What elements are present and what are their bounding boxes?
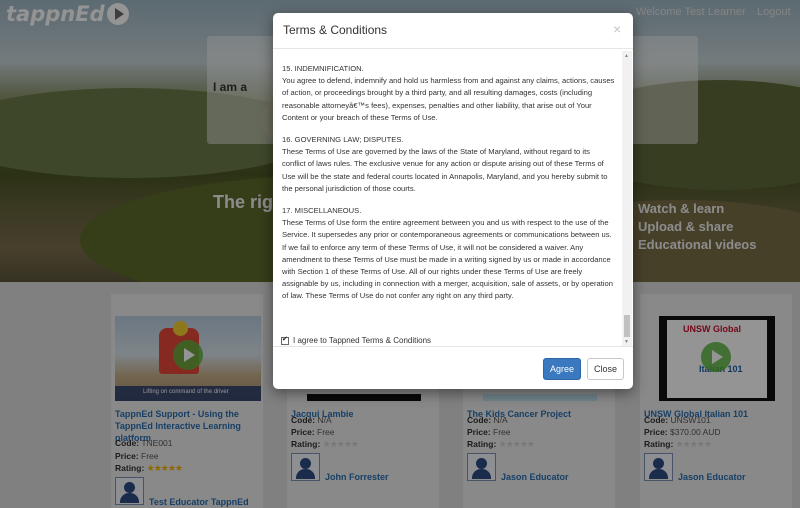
terms-section-heading: 16. GOVERNING LAW; DISPUTES. (282, 135, 404, 145)
scrollbar-thumb[interactable] (624, 315, 630, 337)
terms-section-body: These Terms of Use form the entire agree… (282, 218, 613, 301)
modal-title: Terms & Conditions (283, 23, 388, 37)
modal-scrollbar[interactable]: ▲ ▼ (622, 51, 632, 346)
agree-checkbox-row[interactable]: I agree to Tappned Terms & Conditions (281, 335, 431, 345)
terms-section: 15. INDEMNIFICATION. You agree to defend… (282, 63, 615, 124)
terms-section-heading: 17. MISCELLANEOUS. (282, 206, 362, 216)
scroll-up-icon[interactable]: ▲ (624, 53, 629, 59)
close-button[interactable]: Close (587, 358, 624, 380)
terms-section-body: These Terms of Use are governed by the l… (282, 147, 608, 193)
modal-header: Terms & Conditions × (273, 13, 633, 49)
agree-checkbox-label[interactable]: I agree to Tappned Terms & Conditions (293, 336, 431, 345)
agree-checkbox[interactable] (281, 335, 289, 345)
terms-section: 17. MISCELLANEOUS. These Terms of Use fo… (282, 205, 615, 303)
terms-scroll-area[interactable]: 15. INDEMNIFICATION. You agree to defend… (273, 50, 633, 347)
terms-section: 16. GOVERNING LAW; DISPUTES. These Terms… (282, 134, 615, 195)
scroll-down-icon[interactable]: ▼ (624, 339, 629, 345)
terms-text: 15. INDEMNIFICATION. You agree to defend… (282, 63, 615, 313)
terms-section-heading: 15. INDEMNIFICATION. (282, 64, 364, 73)
terms-section-body: You agree to defend, indemnify and hold … (282, 76, 615, 122)
agree-button[interactable]: Agree (543, 358, 581, 380)
terms-modal: Terms & Conditions × 15. INDEMNIFICATION… (273, 13, 633, 389)
close-icon[interactable]: × (613, 21, 621, 37)
